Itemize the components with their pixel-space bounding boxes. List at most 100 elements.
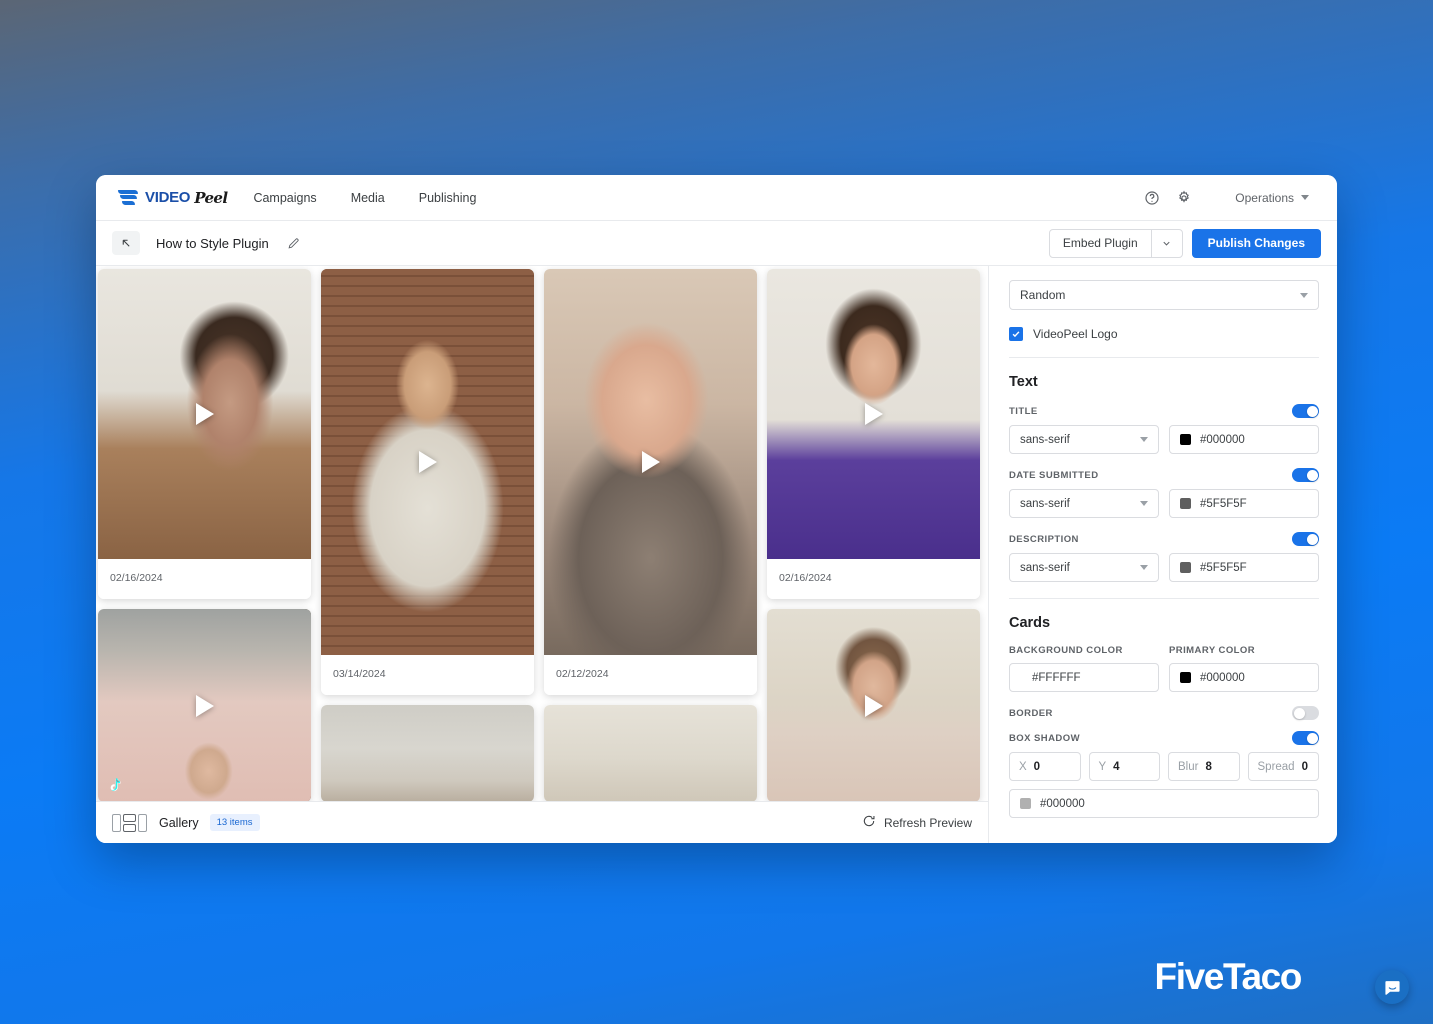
video-card[interactable]: 03/14/2024 [321,269,534,695]
shadow-x-label: X [1019,760,1027,773]
gear-icon[interactable] [1175,189,1193,207]
shadow-spread-label: Spread [1257,760,1295,773]
nav-link-publishing[interactable]: Publishing [419,191,477,205]
video-thumbnail[interactable] [98,609,311,801]
video-card-meta: 02/16/2024 [98,559,311,599]
chevron-down-icon [1300,292,1308,298]
pencil-icon[interactable] [287,237,300,250]
video-card[interactable]: 02/16/2024 [767,269,980,599]
play-icon [641,451,660,473]
masonry-column-3: 02/12/2024 [544,269,757,801]
date-submitted-color-input[interactable]: #5F5F5F [1169,489,1319,518]
video-thumbnail[interactable] [544,269,757,655]
account-operations-label: Operations [1235,190,1294,205]
date-submitted-field-label: DATE SUBMITTED [1009,469,1099,481]
top-nav-right-controls: Operations [1143,189,1315,207]
embed-plugin-button[interactable]: Embed Plugin [1050,230,1151,257]
chevron-down-icon [1140,437,1148,442]
shadow-blur-input[interactable]: Blur 8 [1168,752,1240,781]
video-card[interactable] [98,609,311,801]
date-submitted-font-select[interactable]: sans-serif [1009,489,1159,518]
refresh-preview-button[interactable]: Refresh Preview [862,814,972,831]
video-thumbnail[interactable] [767,269,980,559]
video-card[interactable]: 02/16/2024 [98,269,311,599]
play-icon [195,403,214,425]
video-card-meta: 02/16/2024 [767,559,980,599]
videopeel-logo-checkbox[interactable]: VideoPeel Logo [1009,327,1319,341]
nav-link-media[interactable]: Media [351,191,385,205]
chat-bubble-icon[interactable] [1375,970,1409,1004]
settings-divider [1009,357,1319,358]
tiktok-icon [107,778,121,794]
shadow-y-input[interactable]: Y 4 [1088,752,1160,781]
subheader-actions: Embed Plugin Publish Changes [1048,228,1321,258]
help-circle-icon[interactable] [1143,189,1161,207]
color-swatch [1180,434,1191,445]
shadow-blur-label: Blur [1178,760,1199,773]
title-color-input[interactable]: #000000 [1169,425,1319,454]
color-swatch [1180,562,1191,573]
video-card[interactable]: 02/12/2024 [544,269,757,695]
videopeel-logo[interactable]: VIDEO Peel [118,188,228,207]
title-font-select[interactable]: sans-serif [1009,425,1159,454]
color-swatch [1020,798,1031,809]
account-operations-dropdown[interactable]: Operations [1235,191,1309,205]
shadow-x-value: 0 [1033,760,1041,773]
date-submitted-font-value: sans-serif [1020,497,1070,510]
description-toggle[interactable] [1292,532,1319,546]
date-submitted-toggle[interactable] [1292,468,1319,482]
video-thumbnail[interactable] [321,269,534,655]
shadow-x-input[interactable]: X 0 [1009,752,1081,781]
video-thumbnail[interactable] [98,269,311,559]
video-thumbnail[interactable] [767,609,980,801]
fivetaco-watermark: FiveTaco [1154,956,1303,997]
video-card[interactable] [767,609,980,801]
order-select[interactable]: Random [1009,280,1319,310]
primary-color-group: PRIMARY COLOR #000000 [1169,645,1319,692]
embed-plugin-split-button: Embed Plugin [1048,228,1183,258]
masonry-column-4: 02/16/2024 [767,269,980,801]
box-shadow-toggle[interactable] [1292,731,1319,745]
editor-body: 02/16/2024 03/14/2024 02/12/2024 02/16/2… [96,266,1337,843]
description-color-input[interactable]: #5F5F5F [1169,553,1319,582]
primary-color-input[interactable]: #000000 [1169,663,1319,692]
description-field-header: DESCRIPTION [1009,532,1319,546]
logo-text-secondary: Peel [194,188,228,207]
description-color-value: #5F5F5F [1200,561,1247,574]
background-color-input[interactable]: #FFFFFF [1009,663,1159,692]
publish-changes-button[interactable]: Publish Changes [1191,228,1321,258]
chevron-down-icon [1301,195,1309,200]
video-card[interactable] [321,705,534,801]
title-toggle[interactable] [1292,404,1319,418]
items-count-badge: 13 items [209,814,260,831]
video-date: 02/16/2024 [779,572,832,584]
gallery-preview-pane: 02/16/2024 03/14/2024 02/12/2024 02/16/2… [96,266,989,843]
video-card-meta: 03/14/2024 [321,655,534,695]
box-shadow-label: BOX SHADOW [1009,732,1080,744]
shadow-color-input[interactable]: #000000 [1009,789,1319,818]
shadow-spread-input[interactable]: Spread 0 [1247,752,1319,781]
description-font-select[interactable]: sans-serif [1009,553,1159,582]
gallery-layout-icon[interactable] [112,813,147,832]
background-color-value: #FFFFFF [1032,671,1081,684]
border-field-header: BORDER [1009,706,1319,720]
embed-plugin-dropdown-toggle[interactable] [1150,229,1182,257]
border-toggle[interactable] [1292,706,1319,720]
back-arrow-icon[interactable] [112,231,140,255]
refresh-icon [862,814,876,831]
video-thumbnail[interactable] [544,705,757,801]
primary-color-label: PRIMARY COLOR [1169,645,1256,656]
video-thumbnail[interactable] [321,705,534,801]
date-submitted-color-value: #5F5F5F [1200,497,1247,510]
description-field-label: DESCRIPTION [1009,533,1079,545]
play-icon [195,694,214,717]
masonry-column-1: 02/16/2024 [98,269,311,801]
date-submitted-field-inputs: sans-serif #5F5F5F [1009,489,1319,518]
background-color-label: BACKGROUND COLOR [1009,645,1123,656]
settings-panel: Random VideoPeel Logo Text TITLE sans-se… [989,266,1337,843]
video-date: 03/14/2024 [333,668,386,680]
app-window: VIDEO Peel Campaigns Media Publishing Ope… [96,175,1337,843]
description-font-value: sans-serif [1020,561,1070,574]
nav-link-campaigns[interactable]: Campaigns [253,191,316,205]
video-card[interactable] [544,705,757,801]
